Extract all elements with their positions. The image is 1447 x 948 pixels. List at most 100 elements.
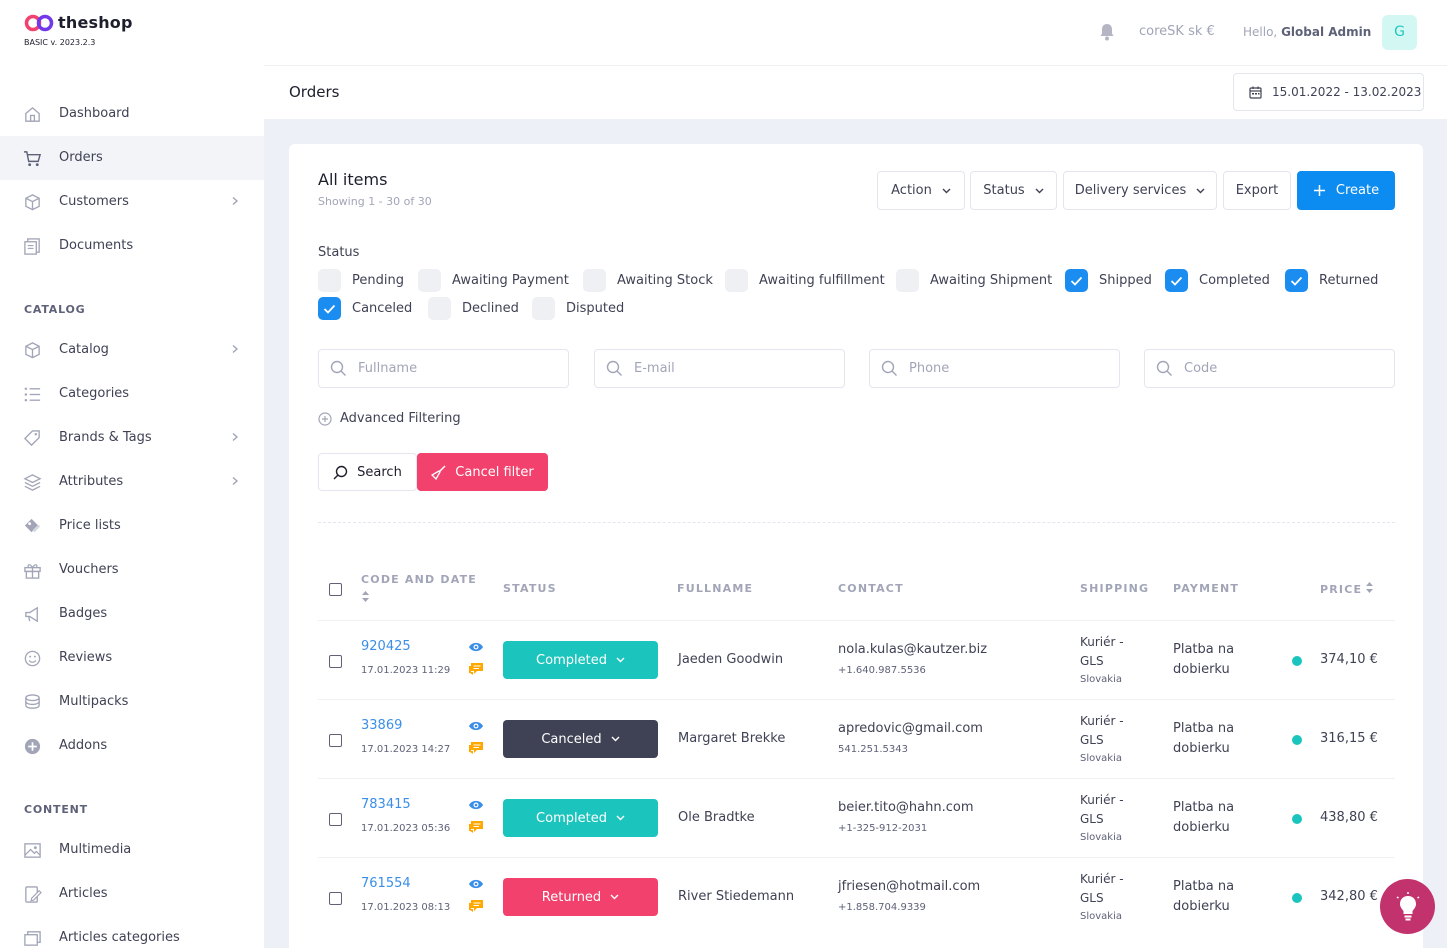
email-search-input[interactable]: [594, 349, 845, 388]
shipping-carrier: Kuriér -: [1080, 635, 1124, 649]
export-button[interactable]: Export: [1223, 171, 1291, 210]
status-dropdown[interactable]: Completed: [503, 799, 658, 837]
chevron-down-icon: [610, 894, 619, 900]
checkbox[interactable]: [318, 269, 341, 292]
sort-icon[interactable]: [1365, 581, 1374, 594]
sidebar-item-reviews[interactable]: Reviews: [0, 636, 264, 680]
sidebar-item-multimedia[interactable]: Multimedia: [0, 828, 264, 872]
sidebar-item-label: Documents: [59, 238, 134, 253]
sort-icon[interactable]: [361, 590, 370, 603]
order-code-link[interactable]: 783415: [361, 797, 411, 812]
phone-search-input[interactable]: [869, 349, 1120, 388]
action-dropdown-button[interactable]: Action: [877, 171, 965, 210]
status-dropdown[interactable]: Canceled: [503, 720, 658, 758]
status-dropdown-button[interactable]: Status: [970, 171, 1057, 210]
status-filter-awaiting-shipment[interactable]: Awaiting Shipment: [896, 269, 1052, 292]
export-label: Export: [1235, 183, 1279, 198]
checkbox[interactable]: [318, 297, 341, 320]
user-greeting[interactable]: Hello, Global Admin: [1243, 25, 1371, 39]
sidebar-item-catalog[interactable]: Catalog: [0, 328, 264, 372]
price-icon: [24, 518, 41, 533]
status-filter-returned[interactable]: Returned: [1285, 269, 1378, 292]
row-checkbox[interactable]: [329, 813, 342, 826]
checkbox[interactable]: [725, 269, 748, 292]
create-button[interactable]: Create: [1297, 171, 1395, 210]
box-icon: [25, 342, 40, 359]
row-checkbox[interactable]: [329, 892, 342, 905]
fullname-search-input[interactable]: [318, 349, 569, 388]
sidebar-item-articles-categories[interactable]: Articles categories: [0, 916, 264, 948]
bell-icon[interactable]: [1097, 22, 1117, 42]
sidebar-item-multipacks[interactable]: Multipacks: [0, 680, 264, 724]
eye-icon[interactable]: [468, 799, 484, 811]
avatar[interactable]: G: [1382, 15, 1417, 50]
sidebar-item-brands-tags[interactable]: Brands & Tags: [0, 416, 264, 460]
payment-method: Platba na dobierku: [1173, 879, 1235, 914]
status-dropdown[interactable]: Completed: [503, 641, 658, 679]
sidebar-item-dashboard[interactable]: Dashboard: [0, 92, 264, 136]
sidebar-item-price-lists[interactable]: Price lists: [0, 504, 264, 548]
checkbox[interactable]: [428, 297, 451, 320]
status-filter-shipped[interactable]: Shipped: [1065, 269, 1152, 292]
chat-icon[interactable]: [468, 662, 484, 677]
chat-icon[interactable]: [468, 741, 484, 756]
checkbox[interactable]: [1165, 269, 1188, 292]
eye-icon[interactable]: [468, 641, 484, 653]
status-filter-disputed[interactable]: Disputed: [532, 297, 624, 320]
checkbox[interactable]: [418, 269, 441, 292]
select-all-checkbox[interactable]: [329, 583, 342, 596]
store-selector[interactable]: coreSK sk €: [1139, 24, 1215, 39]
sidebar-item-badges[interactable]: Badges: [0, 592, 264, 636]
status-filter-pending[interactable]: Pending: [318, 269, 404, 292]
date-range-picker[interactable]: 15.01.2022 - 13.02.2023: [1233, 73, 1424, 111]
plus-circle-icon: [24, 738, 41, 755]
status-dropdown[interactable]: Returned: [503, 878, 658, 916]
sidebar-item-attributes[interactable]: Attributes: [0, 460, 264, 504]
chevron-down-icon: [611, 736, 620, 742]
payment-status-dot: [1292, 893, 1302, 903]
checkbox[interactable]: [896, 269, 919, 292]
delivery-services-dropdown-button[interactable]: Delivery services: [1063, 171, 1217, 210]
checkbox[interactable]: [583, 269, 606, 292]
sidebar-item-categories[interactable]: Categories: [0, 372, 264, 416]
help-bulb-button[interactable]: [1380, 879, 1435, 934]
advanced-filtering-toggle[interactable]: Advanced Filtering: [318, 411, 461, 426]
header-code-date[interactable]: CODE AND DATE: [361, 573, 477, 586]
code-search-input[interactable]: [1144, 349, 1395, 388]
shipping-service: GLS: [1080, 891, 1104, 905]
status-filter-awaiting-stock[interactable]: Awaiting Stock: [583, 269, 713, 292]
customer-phone: 541.251.5343: [838, 744, 908, 755]
eye-icon[interactable]: [468, 878, 484, 890]
cancel-filter-button[interactable]: Cancel filter: [417, 453, 548, 491]
order-price: 342,80 €: [1320, 889, 1378, 904]
order-price: 438,80 €: [1320, 810, 1378, 825]
sidebar-item-addons[interactable]: Addons: [0, 724, 264, 768]
sidebar-item-vouchers[interactable]: Vouchers: [0, 548, 264, 592]
header-price[interactable]: PRICE: [1320, 583, 1362, 596]
checkbox-label: Declined: [462, 301, 519, 316]
stack-icon: [25, 694, 40, 709]
sidebar-item-articles[interactable]: Articles: [0, 872, 264, 916]
status-filter-canceled[interactable]: Canceled: [318, 297, 412, 320]
checkbox[interactable]: [1065, 269, 1088, 292]
order-code-link[interactable]: 33869: [361, 718, 402, 733]
payment-status-dot: [1292, 656, 1302, 666]
row-checkbox[interactable]: [329, 734, 342, 747]
search-button[interactable]: Search: [318, 453, 417, 491]
eye-icon[interactable]: [468, 720, 484, 732]
shipping-carrier: Kuriér -: [1080, 872, 1124, 886]
status-filter-awaiting-payment[interactable]: Awaiting Payment: [418, 269, 569, 292]
checkbox[interactable]: [1285, 269, 1308, 292]
sidebar-item-customers[interactable]: Customers: [0, 180, 264, 224]
row-checkbox[interactable]: [329, 655, 342, 668]
chat-icon[interactable]: [468, 820, 484, 835]
order-code-link[interactable]: 761554: [361, 876, 411, 891]
order-code-link[interactable]: 920425: [361, 639, 411, 654]
status-filter-completed[interactable]: Completed: [1165, 269, 1270, 292]
sidebar-item-orders[interactable]: Orders: [0, 136, 264, 180]
status-filter-awaiting-fulfillment[interactable]: Awaiting fulfillment: [725, 269, 885, 292]
chat-icon[interactable]: [468, 899, 484, 914]
status-filter-declined[interactable]: Declined: [428, 297, 519, 320]
checkbox[interactable]: [532, 297, 555, 320]
sidebar-item-documents[interactable]: Documents: [0, 224, 264, 268]
